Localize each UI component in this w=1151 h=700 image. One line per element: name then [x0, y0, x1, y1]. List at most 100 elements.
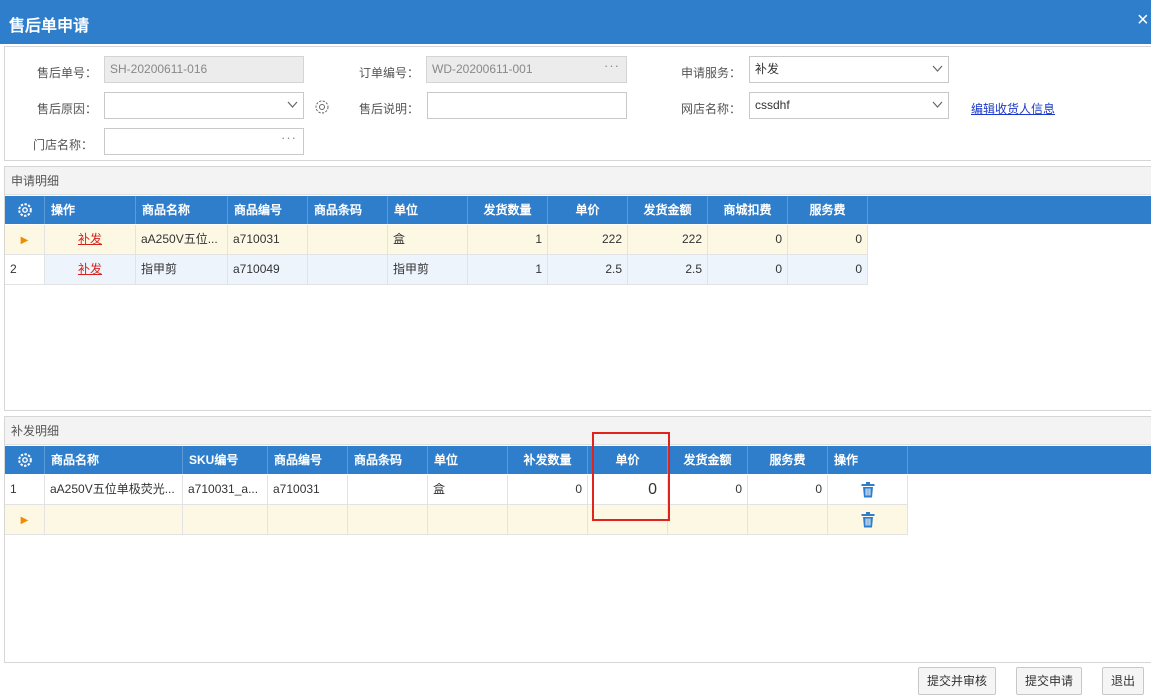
resend-action-link[interactable]: 补发	[78, 262, 102, 276]
cell-unit-price: 222	[548, 225, 628, 254]
cell-mall-deduction: 0	[708, 255, 788, 284]
cell-product-name: 指甲剪	[136, 255, 228, 284]
row-number: 1	[5, 475, 45, 504]
col-resend-qty[interactable]: 补发数量	[508, 446, 588, 474]
cell-unit: 盒	[388, 225, 468, 254]
cell-service-fee	[748, 505, 828, 534]
resend-action-link[interactable]: 补发	[78, 232, 102, 246]
cell-unit: 指甲剪	[388, 255, 468, 284]
order-no-field[interactable]: WD-20200611-001 ···	[426, 56, 627, 83]
cell-service-fee: 0	[748, 475, 828, 504]
trash-icon	[861, 481, 874, 498]
chevron-down-icon	[932, 101, 943, 108]
cell-resend-qty[interactable]: 0	[508, 475, 588, 504]
cell-barcode[interactable]	[348, 505, 428, 534]
col-service-fee[interactable]: 服务费	[748, 446, 828, 474]
gear-icon[interactable]	[314, 99, 330, 115]
cell-unit[interactable]	[428, 505, 508, 534]
cell-ship-amount: 2.5	[628, 255, 708, 284]
cell-service-fee: 0	[788, 255, 868, 284]
cell-ship-amount: 222	[628, 225, 708, 254]
current-row-indicator: ▶	[20, 515, 29, 526]
order-no-label: 订单编号：	[358, 66, 419, 80]
cell-unit: 盒	[428, 475, 508, 504]
submit-review-button[interactable]: 提交并审核	[918, 667, 996, 695]
col-ship-qty[interactable]: 发货数量	[468, 196, 548, 224]
submit-button[interactable]: 提交申请	[1016, 667, 1082, 695]
remark-input[interactable]	[427, 92, 627, 119]
apply-grid-header: 操作 商品名称 商品编号 商品条码 单位 发货数量 单价 发货金额 商城扣费 服…	[5, 196, 1151, 224]
chevron-down-icon	[932, 65, 943, 72]
col-product-code[interactable]: 商品编号	[228, 196, 308, 224]
cell-product-name: aA250V五位单极荧光...	[45, 475, 183, 504]
service-value: 补发	[755, 62, 780, 76]
delete-row-button[interactable]	[828, 505, 908, 534]
cell-sku-code: a710031_a...	[183, 475, 268, 504]
service-label: 申请服务：	[680, 66, 741, 80]
exit-button[interactable]: 退出	[1102, 667, 1144, 695]
col-unit[interactable]: 单位	[388, 196, 468, 224]
apply-detail-section: 申请明细 操作 商品名称 商品编号 商品条码 单位 发货数量 单价 发货金额 商…	[4, 166, 1151, 411]
cell-barcode	[348, 475, 428, 504]
gear-icon	[17, 453, 32, 467]
header-form: 售后单号： SH-20200611-016 订单编号： WD-20200611-…	[4, 46, 1151, 161]
cell-product-code[interactable]	[268, 505, 348, 534]
col-unit-price[interactable]: 单价	[548, 196, 628, 224]
col-unit[interactable]: 单位	[428, 446, 508, 474]
apply-detail-title: 申请明细	[5, 167, 1151, 195]
cell-ship-qty: 1	[468, 225, 548, 254]
grid-settings-button[interactable]	[5, 446, 45, 474]
cell-product-code: a710031	[228, 225, 308, 254]
cell-resend-qty[interactable]	[508, 505, 588, 534]
col-ship-amount[interactable]: 发货金额	[668, 446, 748, 474]
trash-icon	[861, 511, 874, 528]
table-row[interactable]: 1 aA250V五位单极荧光... a710031_a... a710031 盒…	[5, 475, 908, 505]
cell-sku-code[interactable]	[183, 505, 268, 534]
col-service-fee[interactable]: 服务费	[788, 196, 868, 224]
close-icon[interactable]: ×	[1137, 9, 1151, 31]
store-label: 门店名称：	[32, 138, 93, 152]
col-product-code[interactable]: 商品编号	[268, 446, 348, 474]
reason-select[interactable]	[104, 92, 304, 119]
cell-barcode	[308, 255, 388, 284]
col-barcode[interactable]: 商品条码	[348, 446, 428, 474]
cell-product-code: a710049	[228, 255, 308, 284]
shop-value: cssdhf	[755, 98, 790, 112]
delete-row-button[interactable]	[828, 475, 908, 504]
table-row[interactable]: 2 补发 指甲剪 a710049 指甲剪 1 2.5 2.5 0 0	[5, 255, 868, 285]
col-barcode[interactable]: 商品条码	[308, 196, 388, 224]
resend-detail-title: 补发明细	[5, 417, 1151, 445]
grid-settings-button[interactable]	[5, 196, 45, 224]
resend-detail-section: 补发明细 商品名称 SKU编号 商品编号 商品条码 单位 补发数量 单价 发货金…	[4, 416, 1151, 663]
edit-receiver-link[interactable]: 编辑收货人信息	[971, 100, 1055, 117]
col-ship-amount[interactable]: 发货金额	[628, 196, 708, 224]
service-select[interactable]: 补发	[749, 56, 949, 83]
col-product-name[interactable]: 商品名称	[45, 446, 183, 474]
table-row[interactable]: ▶	[5, 505, 908, 535]
after-sale-no-label: 售后单号：	[36, 66, 97, 80]
shop-select[interactable]: cssdhf	[749, 92, 949, 119]
cell-service-fee: 0	[788, 225, 868, 254]
col-action[interactable]: 操作	[828, 446, 908, 474]
order-no-value: WD-20200611-001	[432, 62, 533, 76]
cell-barcode	[308, 225, 388, 254]
col-sku-code[interactable]: SKU编号	[183, 446, 268, 474]
col-action[interactable]: 操作	[45, 196, 136, 224]
cell-mall-deduction: 0	[708, 225, 788, 254]
cell-ship-amount	[668, 505, 748, 534]
cell-product-name[interactable]	[45, 505, 183, 534]
cell-product-name: aA250V五位...	[136, 225, 228, 254]
table-row[interactable]: ▶ 补发 aA250V五位... a710031 盒 1 222 222 0 0	[5, 225, 868, 255]
gear-icon	[17, 203, 32, 217]
more-dots-icon[interactable]: ···	[604, 53, 620, 78]
more-dots-icon[interactable]: ···	[281, 125, 297, 150]
cell-unit-price: 2.5	[548, 255, 628, 284]
store-field[interactable]: ···	[104, 128, 304, 155]
cell-ship-qty: 1	[468, 255, 548, 284]
after-sale-no-field: SH-20200611-016	[104, 56, 304, 83]
col-mall-deduction[interactable]: 商城扣费	[708, 196, 788, 224]
reason-label: 售后原因：	[36, 102, 97, 116]
cell-ship-amount: 0	[668, 475, 748, 504]
col-product-name[interactable]: 商品名称	[136, 196, 228, 224]
resend-grid-header: 商品名称 SKU编号 商品编号 商品条码 单位 补发数量 单价 发货金额 服务费…	[5, 446, 1151, 474]
